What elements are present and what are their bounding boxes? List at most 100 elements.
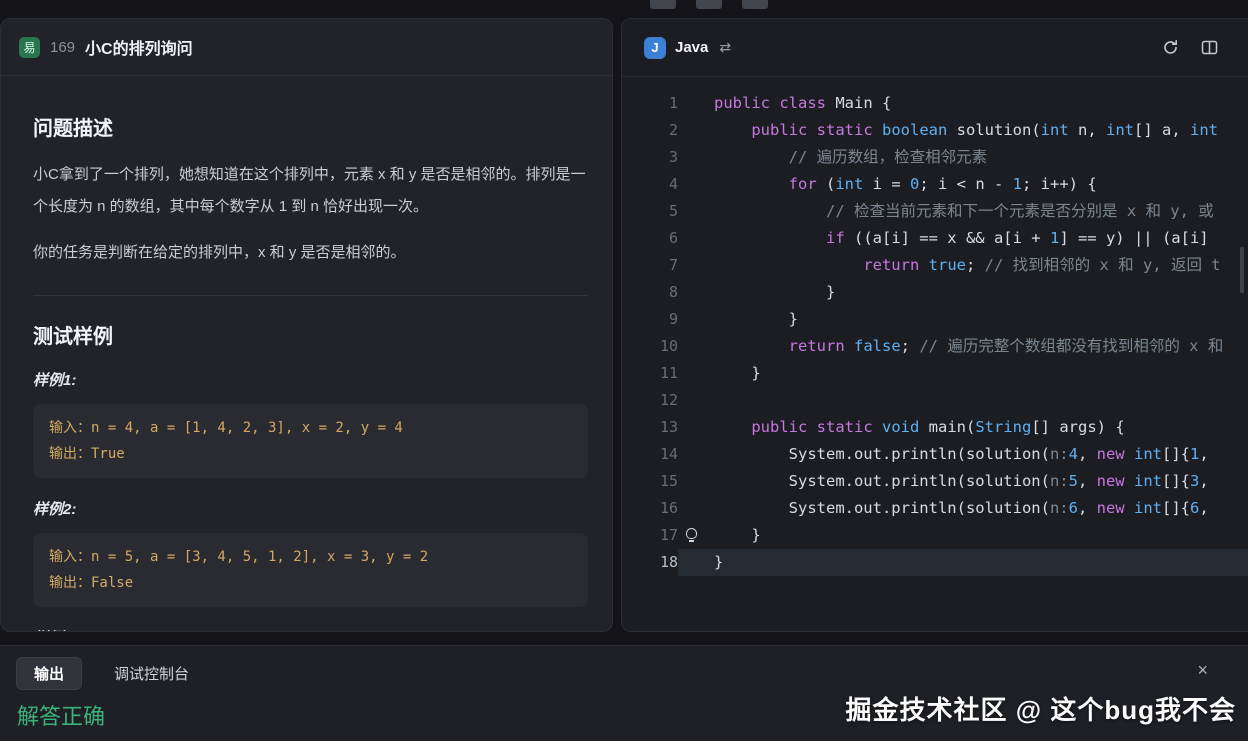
sample-block: 输入：n = 4, a = [1, 4, 2, 3], x = 2, y = 4… — [33, 404, 588, 478]
top-tab-chip[interactable] — [650, 0, 676, 9]
main-area: 易 169 小C的排列询问 问题描述 小C拿到了一个排列，她想知道在这个排列中，… — [0, 18, 1248, 632]
top-tab-chip[interactable] — [696, 0, 722, 9]
line-number[interactable]: 9 — [622, 306, 678, 333]
code-line[interactable]: 2 public static boolean solution(int n, … — [622, 117, 1248, 144]
language-selector[interactable]: J Java ⇄ — [644, 37, 731, 59]
sample-output-label: 输出： — [49, 446, 91, 462]
code-line[interactable]: 11 } — [622, 360, 1248, 387]
line-number[interactable]: 1 — [622, 90, 678, 117]
code-line[interactable]: 12 — [622, 387, 1248, 414]
code-text: } — [714, 360, 1248, 387]
code-text: return true; // 找到相邻的 x 和 y, 返回 t — [714, 252, 1248, 279]
sample-output-value: False — [91, 575, 133, 591]
code-text: // 遍历数组，检查相邻元素 — [714, 144, 1248, 171]
sample-input-line: 输入：n = 5, a = [3, 4, 5, 1, 2], x = 3, y … — [49, 544, 572, 570]
sample-output-value: True — [91, 446, 125, 462]
sample-output-label: 输出： — [49, 575, 91, 591]
line-number[interactable]: 2 — [622, 117, 678, 144]
code-text: public class Main { — [714, 90, 1248, 117]
line-number[interactable]: 11 — [622, 360, 678, 387]
code-text: // 检查当前元素和下一个元素是否分别是 x 和 y, 或 — [714, 198, 1248, 225]
code-text — [714, 387, 1248, 414]
description-paragraph: 小C拿到了一个排列，她想知道在这个排列中，元素 x 和 y 是否是相邻的。排列是… — [33, 159, 588, 223]
code-text: return false; // 遍历完整个数组都没有找到相邻的 x 和 — [714, 333, 1248, 360]
sample-output-line: 输出：True — [49, 441, 572, 467]
line-number[interactable]: 17 — [622, 522, 678, 549]
code-text: } — [678, 549, 1248, 576]
line-number[interactable]: 14 — [622, 441, 678, 468]
sample-input-label: 输入： — [49, 420, 91, 436]
line-number[interactable]: 16 — [622, 495, 678, 522]
section-divider — [33, 295, 588, 296]
line-number[interactable]: 13 — [622, 414, 678, 441]
sample-input-line: 输入：n = 4, a = [1, 4, 2, 3], x = 2, y = 4 — [49, 415, 572, 441]
code-text: System.out.println(solution(n:6, new int… — [714, 495, 1248, 522]
line-number[interactable]: 18 — [622, 549, 678, 576]
top-tab-chip[interactable] — [742, 0, 768, 9]
code-line[interactable]: 8 } — [622, 279, 1248, 306]
problem-title: 小C的排列询问 — [85, 35, 193, 59]
sample-block: 输入：n = 5, a = [3, 4, 5, 1, 2], x = 3, y … — [33, 533, 588, 607]
lightbulb-icon[interactable] — [686, 528, 697, 539]
code-text: } — [714, 522, 1248, 549]
sample-label: 样例2: — [33, 498, 588, 519]
code-line[interactable]: 9 } — [622, 306, 1248, 333]
problem-content: 问题描述 小C拿到了一个排列，她想知道在这个排列中，元素 x 和 y 是否是相邻… — [1, 76, 612, 631]
editor-header: J Java ⇄ — [622, 19, 1248, 77]
code-line[interactable]: 1 public class Main { — [622, 90, 1248, 117]
reset-code-icon[interactable] — [1162, 39, 1179, 56]
top-tab-strip — [650, 0, 768, 9]
console-tabs: 输出 调试控制台 — [0, 646, 1248, 690]
sample-input-value: n = 5, a = [3, 4, 5, 1, 2], x = 3, y = 2 — [91, 549, 428, 565]
code-text: if ((a[i] == x && a[i + 1] == y) || (a[i… — [714, 225, 1248, 252]
line-number[interactable]: 7 — [622, 252, 678, 279]
code-area[interactable]: 1public class Main {2 public static bool… — [622, 77, 1248, 631]
code-line[interactable]: 4 for (int i = 0; i < n - 1; i++) { — [622, 171, 1248, 198]
code-text: } — [714, 279, 1248, 306]
code-line[interactable]: 13 public static void main(String[] args… — [622, 414, 1248, 441]
line-number[interactable]: 6 — [622, 225, 678, 252]
code-text: for (int i = 0; i < n - 1; i++) { — [714, 171, 1248, 198]
code-line[interactable]: 14 System.out.println(solution(n:4, new … — [622, 441, 1248, 468]
sample-label: 样例3: — [33, 627, 588, 631]
problem-panel: 易 169 小C的排列询问 问题描述 小C拿到了一个排列，她想知道在这个排列中，… — [0, 18, 613, 632]
editor-header-actions — [1162, 39, 1218, 56]
tab-debug-console[interactable]: 调试控制台 — [114, 663, 189, 684]
code-text: public static void main(String[] args) { — [714, 414, 1248, 441]
line-number[interactable]: 15 — [622, 468, 678, 495]
split-view-icon[interactable] — [1201, 39, 1218, 56]
code-line[interactable]: 16 System.out.println(solution(n:6, new … — [622, 495, 1248, 522]
code-text: public static boolean solution(int n, in… — [714, 117, 1248, 144]
code-line[interactable]: 18} — [622, 549, 1248, 576]
line-number[interactable]: 12 — [622, 387, 678, 414]
code-line[interactable]: 17 } — [622, 522, 1248, 549]
language-label: Java — [675, 39, 708, 56]
code-text: System.out.println(solution(n:5, new int… — [714, 468, 1248, 495]
sample-output-line: 输出：False — [49, 570, 572, 596]
sample-input-value: n = 4, a = [1, 4, 2, 3], x = 2, y = 4 — [91, 420, 403, 436]
console-panel: 输出 调试控制台 × 解答正确 掘金技术社区 @ 这个bug我不会 — [0, 645, 1248, 741]
line-number[interactable]: 5 — [622, 198, 678, 225]
description-heading: 问题描述 — [33, 112, 588, 141]
code-line[interactable]: 5 // 检查当前元素和下一个元素是否分别是 x 和 y, 或 — [622, 198, 1248, 225]
java-icon: J — [644, 37, 666, 59]
tab-output[interactable]: 输出 — [16, 657, 82, 690]
code-line[interactable]: 3 // 遍历数组，检查相邻元素 — [622, 144, 1248, 171]
swap-language-icon: ⇄ — [719, 39, 731, 56]
line-number[interactable]: 8 — [622, 279, 678, 306]
sample-input-label: 输入： — [49, 549, 91, 565]
code-line[interactable]: 6 if ((a[i] == x && a[i + 1] == y) || (a… — [622, 225, 1248, 252]
sample-label: 样例1: — [33, 369, 588, 390]
editor-scrollbar[interactable] — [1240, 247, 1244, 293]
code-line[interactable]: 10 return false; // 遍历完整个数组都没有找到相邻的 x 和 — [622, 333, 1248, 360]
difficulty-badge: 易 — [19, 37, 40, 58]
code-line[interactable]: 15 System.out.println(solution(n:5, new … — [622, 468, 1248, 495]
close-icon[interactable]: × — [1197, 661, 1208, 679]
description-paragraph: 你的任务是判断在给定的排列中，x 和 y 是否是相邻的。 — [33, 237, 588, 269]
line-number[interactable]: 10 — [622, 333, 678, 360]
line-number[interactable]: 4 — [622, 171, 678, 198]
line-number[interactable]: 3 — [622, 144, 678, 171]
code-line[interactable]: 7 return true; // 找到相邻的 x 和 y, 返回 t — [622, 252, 1248, 279]
problem-id: 169 — [50, 39, 75, 56]
editor-panel: J Java ⇄ 1public class Main {2 public st… — [621, 18, 1248, 632]
